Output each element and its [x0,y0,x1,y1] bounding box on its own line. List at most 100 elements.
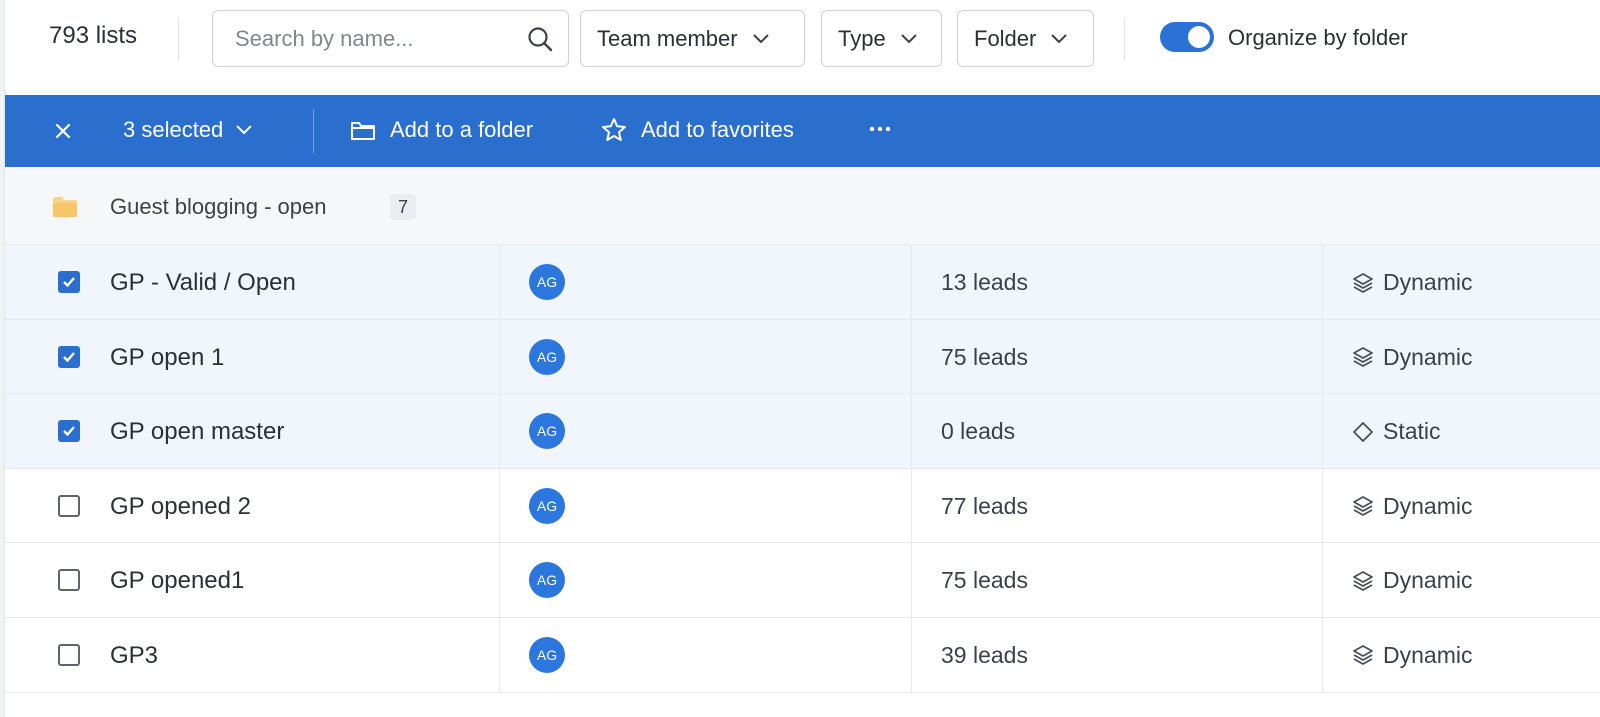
star-icon [602,118,626,141]
search-box[interactable] [212,10,569,67]
layers-icon [1353,570,1373,591]
team-member-dropdown[interactable]: Team member [580,10,805,67]
row-checkbox[interactable] [58,643,80,666]
column-divider [499,543,500,617]
list-type-label: Dynamic [1383,567,1473,594]
avatar[interactable]: AG [529,413,565,450]
layers-icon [1353,347,1373,367]
more-horizontal-icon[interactable] [867,121,893,137]
divider [1124,17,1125,61]
folder-label: Folder [974,25,1037,51]
search-icon[interactable] [526,25,554,53]
add-to-folder-button[interactable]: Add to a folder [350,117,533,143]
table-row[interactable]: GP open master AG 0 leads Static [5,394,1600,469]
team-member-label: Team member [597,25,738,51]
column-divider [1322,468,1323,543]
folder-outline-icon [351,122,375,140]
list-name[interactable]: GP opened1 [110,567,244,595]
column-divider [911,319,912,394]
list-type: Dynamic [1351,642,1472,669]
column-divider [499,245,500,319]
column-divider [911,245,912,319]
add-to-favorites-label: Add to favorites [641,117,794,142]
layers-icon [1353,645,1373,666]
column-divider [911,394,912,468]
table-row[interactable]: GP - Valid / Open AG 13 leads Dynamic [5,245,1600,320]
column-divider [911,617,912,692]
list-type-label: Dynamic [1383,269,1473,295]
folder-count-badge: 7 [390,194,417,220]
list-type-label: Static [1383,418,1441,445]
toggle-knob [1188,26,1210,48]
folder-dropdown[interactable]: Folder [957,10,1094,67]
row-checkbox[interactable] [58,345,80,368]
lead-count: 0 leads [941,418,1016,445]
check-icon [63,351,75,362]
list-name[interactable]: GP open master [110,418,284,446]
table-row[interactable]: GP3 AG 39 leads Dynamic [5,617,1600,693]
check-icon [63,277,75,288]
row-checkbox[interactable] [58,420,80,443]
close-icon[interactable] [49,117,77,145]
column-divider [911,543,912,617]
list-type-label: Dynamic [1383,492,1473,519]
lead-count: 13 leads [941,269,1028,295]
list-type-label: Dynamic [1383,343,1473,370]
layers-icon [1353,272,1373,293]
avatar[interactable]: AG [529,487,565,524]
column-divider [1322,319,1323,394]
avatar[interactable]: AG [529,264,565,300]
list-type: Dynamic [1351,493,1472,520]
column-divider [1322,394,1323,468]
chevron-down-icon [236,125,253,135]
list-type: Dynamic [1351,269,1472,296]
lead-count: 75 leads [941,343,1028,370]
list-name[interactable]: GP - Valid / Open [110,269,296,297]
lead-count: 77 leads [941,492,1028,519]
search-input[interactable] [235,25,515,53]
column-divider [499,394,500,468]
folder-icon [53,197,77,217]
check-icon [63,426,75,437]
divider [178,17,179,61]
row-checkbox[interactable] [58,569,80,592]
row-checkbox[interactable] [58,494,80,517]
column-divider [499,468,500,543]
add-to-favorites-button[interactable]: Add to favorites [601,117,794,143]
organize-by-folder-label: Organize by folder [1228,25,1408,50]
lead-count: 75 leads [941,567,1028,594]
folder-group-header[interactable]: Guest blogging - open 7 [5,167,1600,245]
folder-name: Guest blogging - open [110,194,327,219]
selection-action-bar: 3 selected Add to a folder Add to favori… [5,95,1600,167]
avatar[interactable]: AG [529,636,565,673]
divider [313,109,314,153]
list-type: Static [1351,418,1441,445]
lists-table: GP - Valid / Open AG 13 leads Dynamic GP… [5,245,1600,693]
type-label: Type [838,25,886,51]
column-divider [911,468,912,543]
selected-count-dropdown[interactable]: 3 selected [123,117,253,143]
table-row[interactable]: GP open 1 AG 75 leads Dynamic [5,319,1600,395]
layers-icon [1353,496,1373,517]
column-divider [1322,245,1323,319]
type-dropdown[interactable]: Type [821,10,942,67]
table-row[interactable]: GP opened1 AG 75 leads Dynamic [5,543,1600,618]
row-checkbox[interactable] [58,271,80,293]
table-row[interactable]: GP opened 2 AG 77 leads Dynamic [5,468,1600,544]
list-name[interactable]: GP3 [110,642,158,670]
column-divider [499,319,500,394]
column-divider [1322,543,1323,617]
avatar[interactable]: AG [529,562,565,599]
diamond-icon [1353,421,1373,442]
chevron-down-icon [1051,33,1068,43]
list-type-label: Dynamic [1383,641,1473,668]
avatar[interactable]: AG [529,338,565,375]
list-name[interactable]: GP open 1 [110,344,224,372]
organize-by-folder-toggle[interactable] [1160,22,1214,52]
list-name[interactable]: GP opened 2 [110,493,251,521]
list-type: Dynamic [1351,344,1472,371]
column-divider [1322,617,1323,692]
lead-count: 39 leads [941,641,1028,668]
list-type: Dynamic [1351,567,1472,594]
chevron-down-icon [900,33,917,43]
